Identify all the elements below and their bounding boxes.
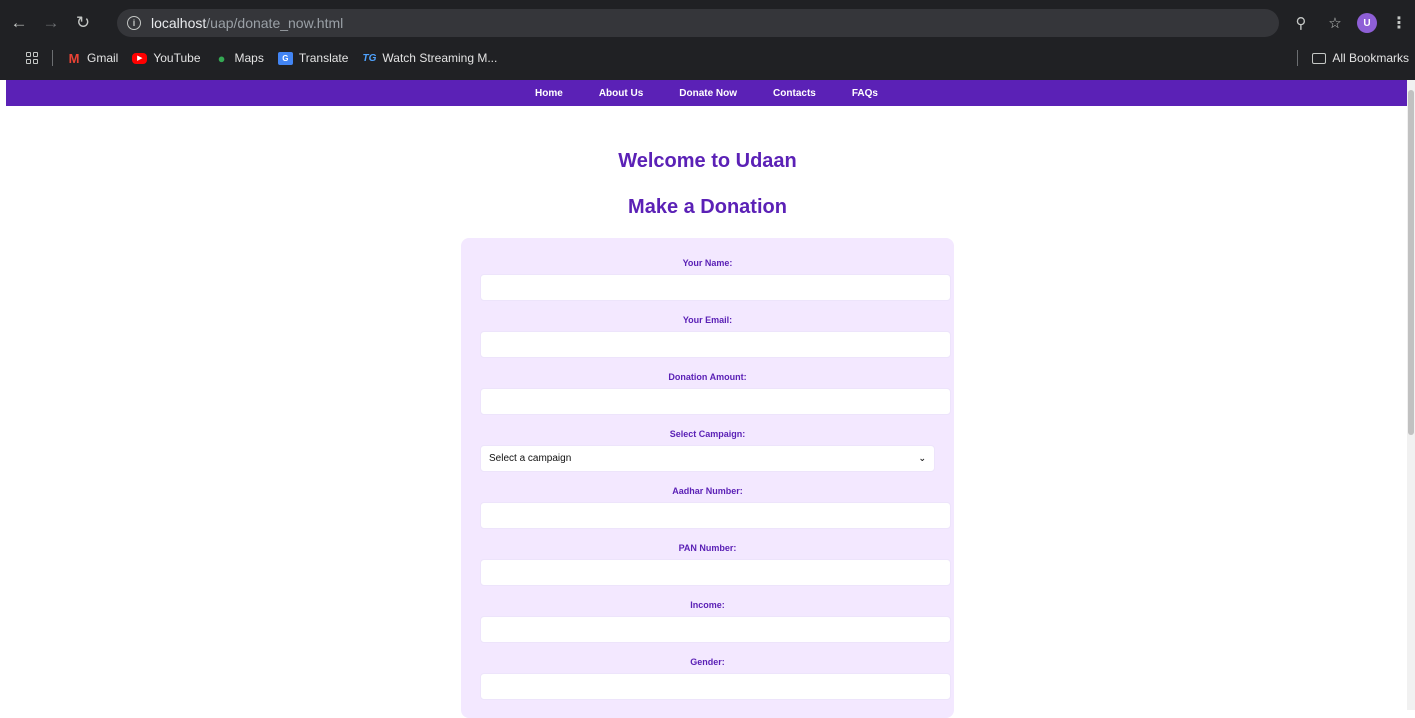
bookmark-label: YouTube: [153, 51, 201, 65]
all-bookmarks[interactable]: All Bookmarks: [1297, 44, 1409, 72]
bookmarks-separator: [52, 50, 53, 66]
bookmark-label: Watch Streaming M...: [382, 51, 498, 65]
nav-link-contacts[interactable]: Contacts: [773, 88, 816, 99]
streaming-site-icon: TG: [362, 52, 377, 64]
maps-pin-icon: ●: [217, 50, 226, 66]
bookmark-maps[interactable]: ● Maps: [215, 50, 264, 66]
bookmark-gmail[interactable]: M Gmail: [67, 50, 119, 66]
income-label: Income:: [690, 600, 725, 610]
bookmark-watch-streaming[interactable]: TG Watch Streaming M...: [362, 51, 497, 65]
donation-heading: Make a Donation: [628, 196, 787, 218]
pan-input[interactable]: [480, 559, 951, 586]
welcome-heading: Welcome to Udaan: [618, 150, 797, 172]
bookmark-label: Maps: [234, 51, 264, 65]
aadhar-label: Aadhar Number:: [672, 486, 743, 496]
campaign-selected-value: Select a campaign: [489, 453, 572, 464]
email-input[interactable]: [480, 331, 951, 358]
gender-label: Gender:: [690, 657, 725, 667]
gmail-icon: M: [68, 50, 80, 66]
folder-icon: [1312, 52, 1327, 64]
url-path: /uap/donate_now.html: [206, 15, 344, 31]
email-label: Your Email:: [682, 315, 733, 325]
pan-label: PAN Number:: [678, 543, 737, 553]
bookmarks-bar: M Gmail ▶ YouTube ● Maps G Translate TG …: [0, 44, 1415, 72]
apps-grid-icon[interactable]: [26, 52, 38, 64]
nav-link-donate-now[interactable]: Donate Now: [679, 88, 737, 99]
name-input[interactable]: [480, 274, 951, 301]
bookmarks-separator: [1297, 50, 1299, 66]
campaign-label: Select Campaign:: [669, 429, 746, 439]
aadhar-input[interactable]: [480, 502, 951, 529]
zoom-icon[interactable]: ⚲: [1289, 11, 1313, 35]
address-bar[interactable]: i localhost/uap/donate_now.html: [117, 9, 1279, 37]
donation-amount-input[interactable]: [480, 388, 951, 415]
reload-icon[interactable]: ↻: [70, 10, 96, 36]
all-bookmarks-label: All Bookmarks: [1332, 51, 1409, 65]
bookmark-label: Gmail: [87, 51, 119, 65]
campaign-select[interactable]: Select a campaign ⌄: [480, 445, 935, 472]
site-info-icon[interactable]: i: [127, 16, 141, 30]
bookmark-youtube[interactable]: ▶ YouTube: [132, 51, 201, 65]
name-label: Your Name:: [682, 258, 733, 268]
profile-avatar[interactable]: U: [1357, 13, 1377, 33]
nav-link-home[interactable]: Home: [535, 88, 563, 99]
page-scrollbar[interactable]: [1407, 80, 1415, 710]
url-host: localhost: [151, 15, 207, 31]
bookmark-translate[interactable]: G Translate: [277, 51, 349, 65]
bookmark-label: Translate: [298, 51, 349, 65]
back-arrow-icon[interactable]: ←: [6, 10, 32, 36]
site-navbar: Home About Us Donate Now Contacts FAQs: [6, 80, 1407, 106]
forward-arrow-icon[interactable]: →: [38, 10, 64, 36]
browser-toolbar: ← → ↻ i localhost/uap/donate_now.html ⚲ …: [0, 6, 1415, 40]
nav-link-about-us[interactable]: About Us: [599, 88, 643, 99]
chevron-down-icon: ⌄: [918, 453, 926, 463]
nav-link-faqs[interactable]: FAQs: [852, 88, 878, 99]
translate-icon: G: [277, 51, 293, 65]
youtube-icon: ▶: [132, 52, 148, 64]
scrollbar-thumb[interactable]: [1408, 90, 1414, 435]
bookmark-star-icon[interactable]: ☆: [1323, 11, 1347, 35]
donation-form: Your Name: Your Email: Donation Amount: …: [461, 238, 954, 718]
browser-menu-icon[interactable]: ⋮: [1391, 13, 1407, 33]
gender-input[interactable]: [480, 673, 951, 700]
amount-label: Donation Amount:: [668, 372, 747, 382]
income-input[interactable]: [480, 616, 951, 643]
